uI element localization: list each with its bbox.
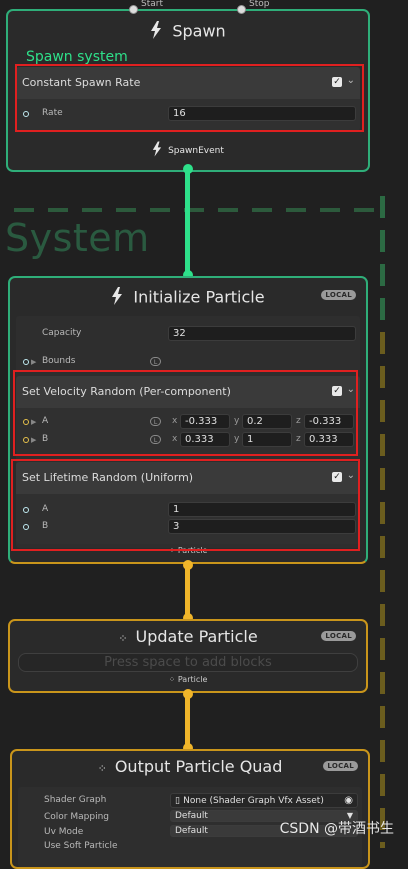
- space-badge[interactable]: LOCAL: [323, 761, 358, 771]
- update-particle-output[interactable]: ⁘ Particle: [10, 675, 366, 684]
- spawn-system-annotation: Spawn system: [26, 49, 128, 65]
- system-label: System: [5, 216, 150, 260]
- highlight-set-velocity: [13, 370, 358, 456]
- bounds-input-port[interactable]: [23, 359, 29, 365]
- spawn-event-output[interactable]: SpawnEvent: [8, 141, 368, 160]
- initialize-to-update-link[interactable]: [185, 566, 190, 618]
- space-badge[interactable]: LOCAL: [321, 631, 356, 641]
- start-port-label: Start: [141, 0, 163, 9]
- lightning-icon: [152, 141, 162, 160]
- output-title: ⁘ Output Particle Quad: [97, 757, 283, 776]
- particle-icon: ⁘: [97, 762, 107, 775]
- shader-graph-field[interactable]: ▯ None (Shader Graph Vfx Asset) ◉: [170, 793, 358, 808]
- local-space-icon[interactable]: L: [150, 357, 161, 366]
- highlight-constant-spawn-rate: [15, 64, 364, 132]
- shader-graph-row: Shader Graph ▯ None (Shader Graph Vfx As…: [18, 793, 362, 810]
- stop-port[interactable]: [237, 5, 246, 14]
- use-soft-particle-label: Use Soft Particle: [44, 841, 118, 851]
- bounds-row: ▶ Bounds L: [16, 354, 360, 371]
- color-mapping-label: Color Mapping: [44, 812, 109, 822]
- update-title: ⁘ Update Particle: [118, 627, 258, 646]
- bounds-label: Bounds: [42, 356, 76, 366]
- watermark: CSDN @带酒书生: [279, 821, 394, 837]
- spawn-title: Spawn: [8, 21, 368, 43]
- object-picker-icon[interactable]: ◉: [344, 794, 353, 807]
- capacity-row: Capacity 32: [16, 326, 360, 343]
- output-node[interactable]: ⁘ Output Particle Quad LOCAL Shader Graph…: [10, 749, 370, 869]
- capacity-field[interactable]: 32: [168, 326, 356, 341]
- file-icon: ▯: [175, 796, 180, 806]
- space-badge[interactable]: LOCAL: [321, 290, 356, 300]
- stop-port-label: Stop: [249, 0, 270, 9]
- add-blocks-area[interactable]: Press space to add blocks: [18, 653, 358, 672]
- update-node[interactable]: ⁘ Update Particle LOCAL Press space to ad…: [8, 619, 368, 693]
- capacity-label: Capacity: [42, 328, 82, 338]
- system-frame-top-border: [14, 208, 374, 212]
- initialize-title: Initialize Particle: [10, 287, 366, 309]
- particle-icon: ⁘: [118, 632, 128, 645]
- system-frame-right-border: [380, 196, 385, 848]
- lightning-icon: [111, 287, 123, 309]
- highlight-set-lifetime: [11, 459, 360, 551]
- lightning-icon: [150, 21, 162, 43]
- shader-graph-label: Shader Graph: [44, 795, 107, 805]
- spawn-to-initialize-link[interactable]: [185, 170, 190, 274]
- expand-triangle-icon[interactable]: ▶: [31, 358, 36, 366]
- start-port[interactable]: [129, 5, 138, 14]
- uv-mode-label: Uv Mode: [44, 827, 84, 837]
- particle-output-icon: ⁘: [168, 675, 176, 684]
- update-to-output-link[interactable]: [185, 695, 190, 747]
